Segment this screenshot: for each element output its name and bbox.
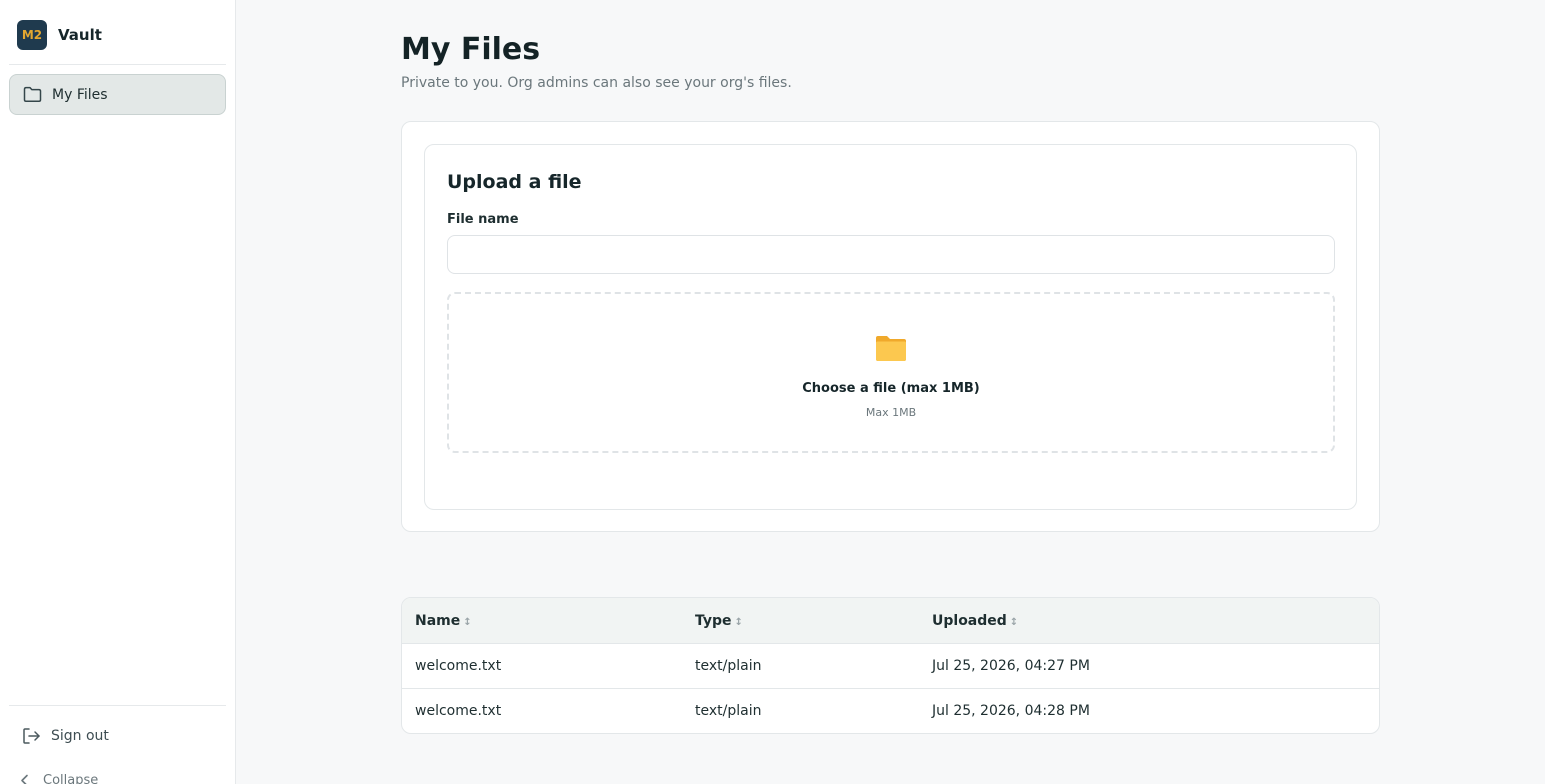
cell-name: welcome.txt — [415, 703, 502, 719]
dropzone-hint: Max 1MB — [865, 406, 917, 419]
column-header-name[interactable]: Name ↕ — [415, 613, 472, 629]
column-header-label: Uploaded — [932, 613, 1007, 629]
upload-title: Upload a file — [447, 171, 582, 193]
sign-out-icon — [23, 728, 40, 744]
column-header-label: Name — [415, 613, 461, 629]
file-dropzone[interactable]: Choose a file (max 1MB) Max 1MB — [447, 292, 1335, 453]
sidebar-item-label: My Files — [52, 86, 108, 103]
sort-icon: ↕ — [1009, 617, 1019, 628]
column-header-uploaded[interactable]: Uploaded ↕ — [932, 613, 1018, 629]
cell-type: text/plain — [695, 658, 762, 674]
sign-out-label: Sign out — [51, 728, 109, 744]
upload-section: Upload a file File name Choose a file (m… — [401, 121, 1380, 532]
column-header-label: Type — [695, 613, 732, 629]
sidebar-bottom-divider — [9, 705, 226, 706]
column-header-type[interactable]: Type ↕ — [695, 613, 743, 629]
file-name-label: File name — [447, 212, 519, 227]
folder-icon — [23, 86, 42, 103]
sign-out-button[interactable]: Sign out — [22, 724, 109, 748]
chevron-left-icon — [21, 774, 28, 784]
upload-card: Upload a file File name Choose a file (m… — [424, 144, 1357, 510]
page-subtitle: Private to you. Org admins can also see … — [401, 75, 792, 91]
table-row[interactable]: welcome.txt text/plain Jul 25, 2026, 04:… — [402, 689, 1379, 733]
collapse-label: Collapse — [43, 772, 99, 784]
brand-divider — [9, 64, 226, 65]
table-header: Name ↕ Type ↕ Uploaded ↕ — [402, 598, 1379, 644]
sort-icon: ↕ — [734, 617, 743, 628]
table-row[interactable]: welcome.txt text/plain Jul 25, 2026, 04:… — [402, 644, 1379, 689]
collapse-button[interactable]: Collapse — [20, 770, 98, 784]
cell-type: text/plain — [695, 703, 762, 719]
dropzone-label: Choose a file (max 1MB) — [802, 381, 980, 396]
sidebar: M2 Vault My Files Sign out Collapse — [0, 0, 236, 784]
files-table: Name ↕ Type ↕ Uploaded ↕ welcome.txt text/p… — [401, 597, 1380, 734]
sort-icon: ↕ — [463, 617, 472, 628]
brand-name: Vault — [58, 26, 102, 44]
cell-uploaded: Jul 25, 2026, 04:27 PM — [932, 658, 1090, 674]
sidebar-item-my-files[interactable]: My Files — [9, 74, 226, 115]
brand[interactable]: M2 Vault — [17, 20, 102, 50]
cell-name: welcome.txt — [415, 658, 502, 674]
brand-logo: M2 — [17, 20, 47, 50]
file-name-input[interactable] — [447, 235, 1335, 274]
folder-icon — [876, 336, 906, 361]
cell-uploaded: Jul 25, 2026, 04:28 PM — [932, 703, 1090, 719]
page-title: My Files — [401, 32, 541, 67]
